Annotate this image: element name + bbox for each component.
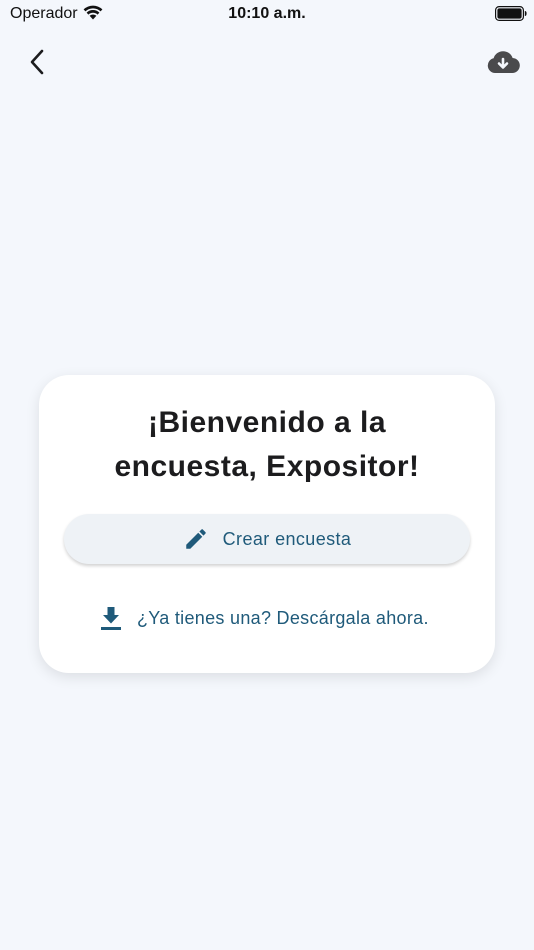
welcome-card: ¡Bienvenido a la encuesta, Expositor! Cr… [39, 375, 495, 673]
status-time: 10:10 a.m. [228, 5, 306, 22]
battery-icon [495, 6, 527, 21]
welcome-title-line-2: encuesta, Expositor! [114, 450, 420, 483]
create-survey-label: Crear encuesta [222, 528, 352, 549]
download-survey-label: ¿Ya tienes una? Descárgala ahora. [137, 607, 429, 628]
welcome-title-line-1: ¡Bienvenido a la [147, 406, 387, 439]
cloud-download-icon [487, 51, 520, 74]
download-survey-link[interactable]: ¿Ya tienes una? Descárgala ahora. [99, 603, 439, 633]
pencil-icon [185, 529, 206, 549]
back-button[interactable] [22, 46, 52, 78]
download-icon [101, 607, 121, 630]
welcome-title: ¡Bienvenido a la encuesta, Expositor! [59, 401, 475, 489]
download-cloud-button[interactable] [485, 48, 521, 76]
create-survey-button[interactable]: Crear encuesta [64, 514, 470, 564]
status-bar: Operador 10:10 a.m. [0, 0, 534, 28]
chevron-left-icon [30, 49, 44, 75]
